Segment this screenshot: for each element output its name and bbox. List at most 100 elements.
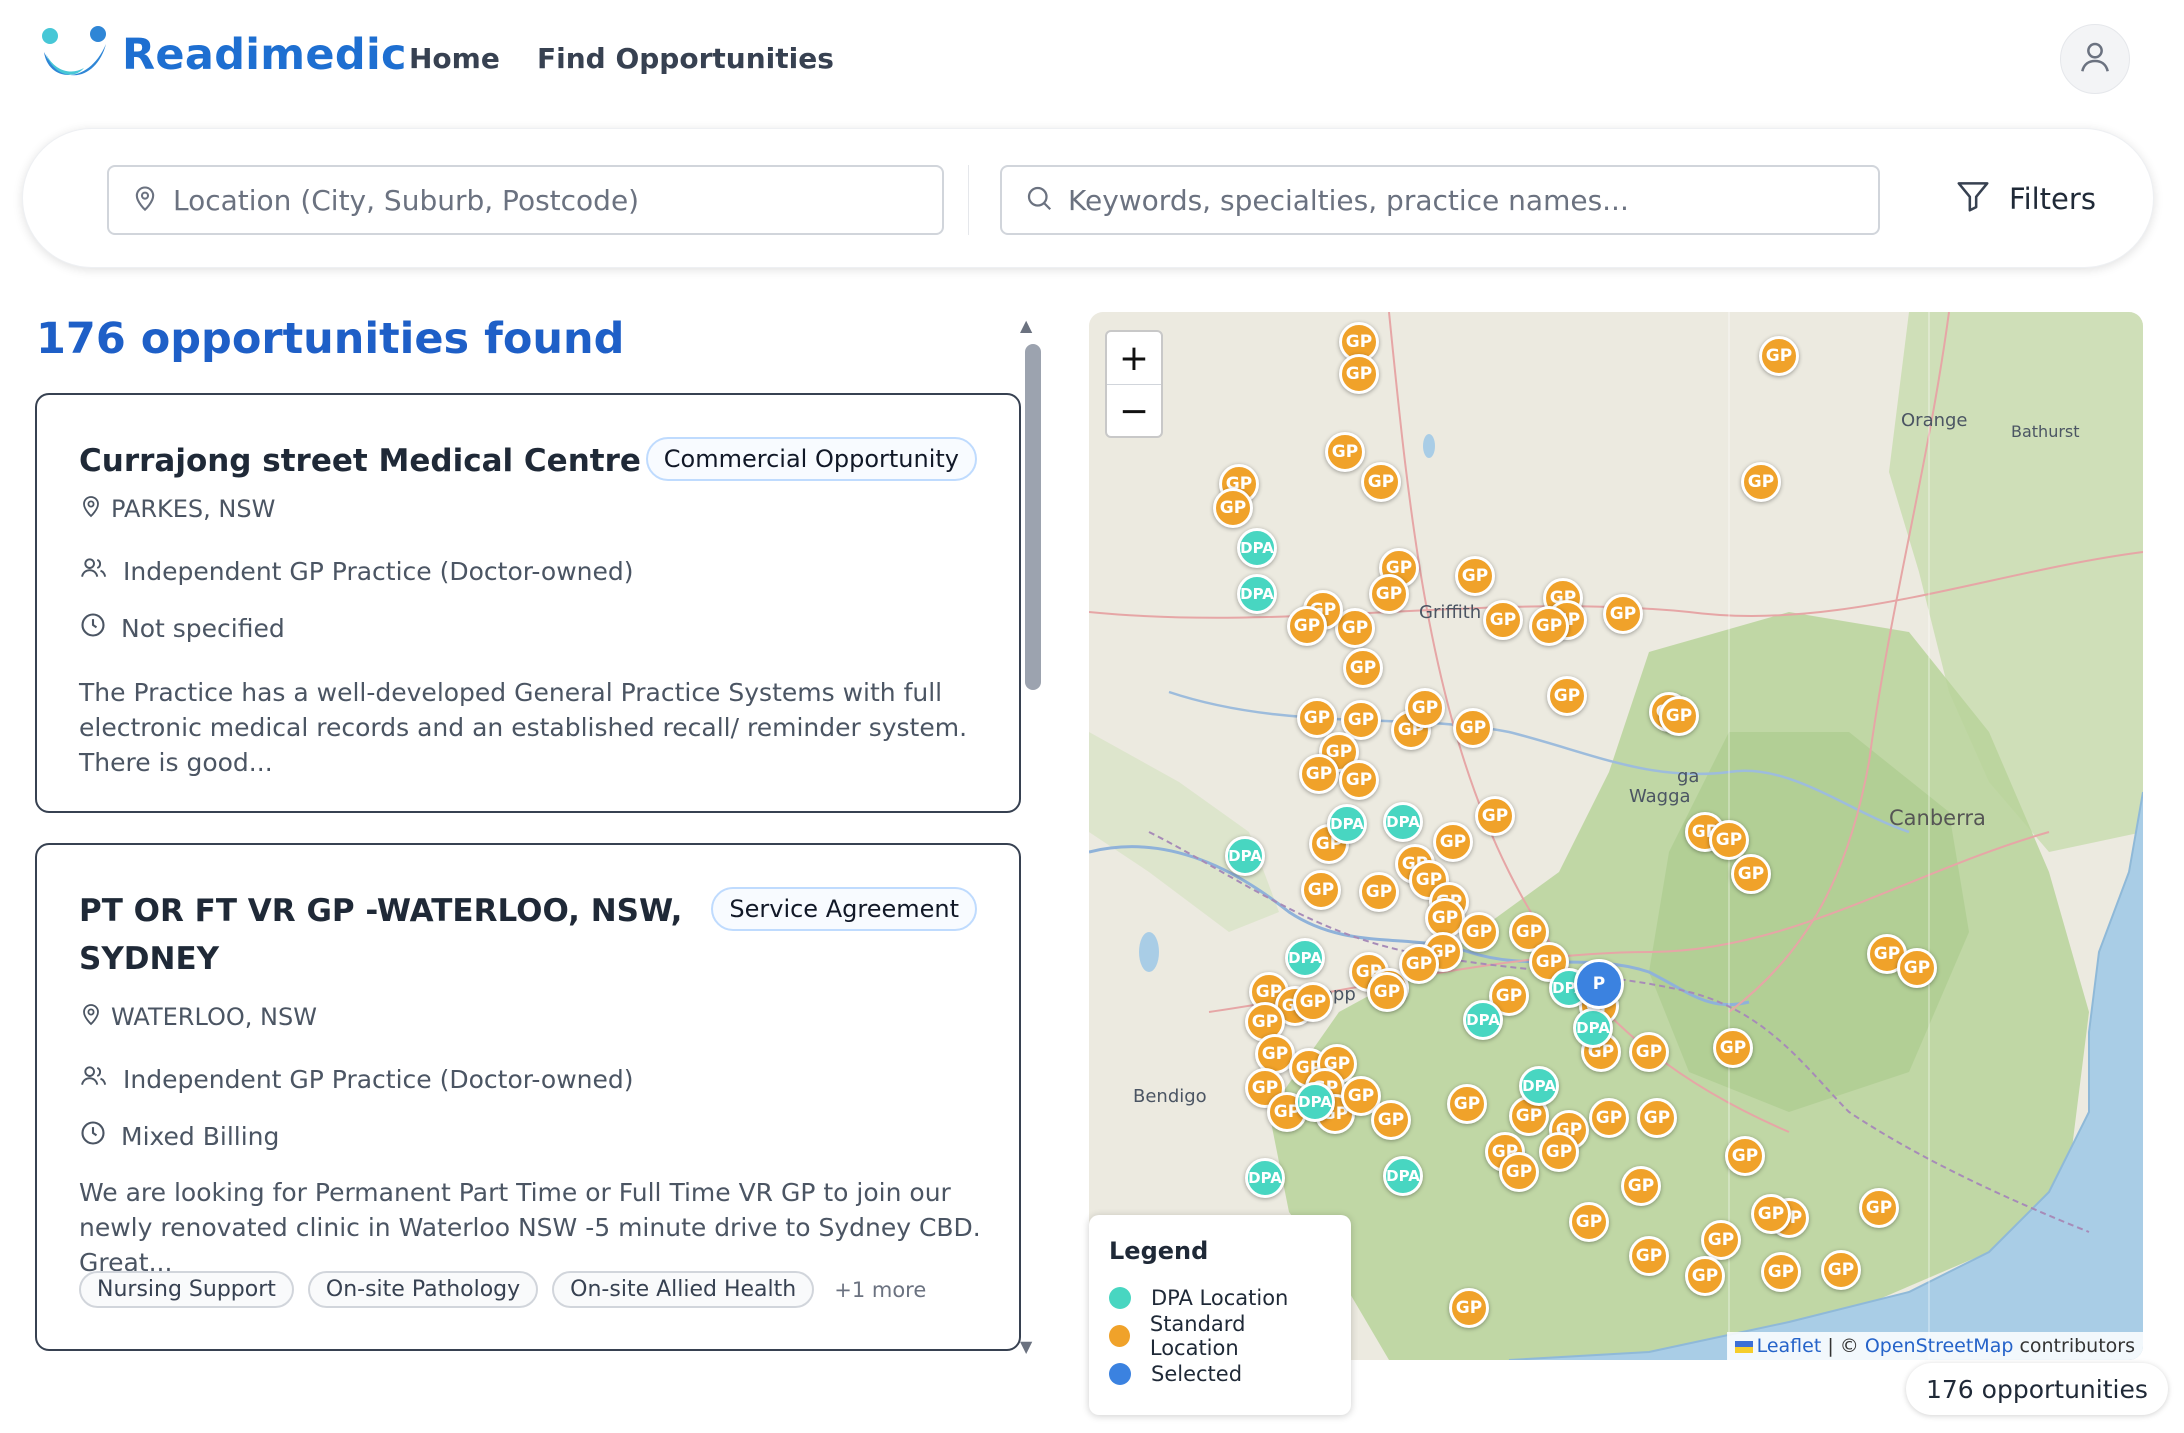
dpa-marker[interactable]: DPA: [1383, 802, 1423, 842]
gp-marker[interactable]: GP: [1547, 676, 1587, 716]
gp-marker[interactable]: GP: [1759, 336, 1799, 376]
users-icon: [79, 555, 109, 587]
card-title[interactable]: Currajong street Medical Centre: [79, 437, 641, 485]
gp-marker[interactable]: GP: [1637, 1098, 1677, 1138]
nav-find-opportunities-link[interactable]: Find Opportunities: [537, 42, 834, 75]
gp-marker[interactable]: GP: [1475, 796, 1515, 836]
brand-name[interactable]: Readimedic: [122, 30, 407, 80]
gp-marker[interactable]: GP: [1297, 698, 1337, 738]
gp-marker[interactable]: GP: [1455, 556, 1495, 596]
openstreetmap-link[interactable]: OpenStreetMap: [1865, 1335, 2014, 1357]
dpa-marker[interactable]: DPA: [1519, 1066, 1559, 1106]
gp-marker[interactable]: GP: [1499, 1152, 1539, 1192]
dpa-marker[interactable]: DPA: [1225, 836, 1265, 876]
gp-marker[interactable]: GP: [1367, 972, 1407, 1012]
account-button[interactable]: [2060, 24, 2130, 94]
results-scrollbar[interactable]: ▲ ▼: [1020, 316, 1046, 1356]
opportunity-card[interactable]: Currajong street Medical Centre Commerci…: [35, 393, 1021, 813]
card-title[interactable]: PT OR FT VR GP -WATERLOO, NSW, SYDNEY: [79, 887, 682, 983]
gp-marker[interactable]: GP: [1339, 354, 1379, 394]
gp-marker[interactable]: GP: [1685, 1256, 1725, 1296]
dpa-marker[interactable]: DPA: [1237, 528, 1277, 568]
user-icon: [2076, 38, 2114, 80]
dpa-marker[interactable]: DPA: [1463, 1000, 1503, 1040]
scrollbar-thumb[interactable]: [1025, 344, 1041, 690]
gp-marker[interactable]: GP: [1343, 648, 1383, 688]
gp-marker[interactable]: GP: [1287, 606, 1327, 646]
gp-marker[interactable]: GP: [1731, 854, 1771, 894]
keywords-input[interactable]: [1068, 183, 1878, 217]
filters-button[interactable]: Filters: [1953, 169, 2096, 229]
leaflet-link[interactable]: Leaflet: [1757, 1335, 1822, 1357]
scroll-up-arrow-icon[interactable]: ▲: [1020, 316, 1032, 335]
gp-marker[interactable]: GP: [1629, 1236, 1669, 1276]
gp-marker[interactable]: GP: [1751, 1194, 1791, 1234]
dpa-marker[interactable]: DPA: [1295, 1082, 1335, 1122]
gp-marker[interactable]: GP: [1299, 754, 1339, 794]
keywords-field[interactable]: [1000, 165, 1880, 235]
gp-marker[interactable]: GP: [1725, 1136, 1765, 1176]
dpa-marker[interactable]: DPA: [1237, 574, 1277, 614]
gp-marker[interactable]: GP: [1741, 462, 1781, 502]
gp-marker[interactable]: GP: [1447, 1084, 1487, 1124]
gp-marker[interactable]: GP: [1529, 606, 1569, 646]
nav-home-link[interactable]: Home: [409, 42, 500, 75]
gp-marker[interactable]: GP: [1589, 1098, 1629, 1138]
gp-marker[interactable]: GP: [1701, 1220, 1741, 1260]
place-label-bathurst: Bathurst: [2011, 422, 2080, 441]
card-tags: Nursing Support On-site Pathology On-sit…: [79, 1271, 926, 1308]
gp-marker[interactable]: GP: [1293, 982, 1333, 1022]
gp-marker[interactable]: GP: [1371, 1100, 1411, 1140]
gp-marker[interactable]: GP: [1453, 708, 1493, 748]
gp-marker[interactable]: GP: [1569, 1202, 1609, 1242]
gp-marker[interactable]: GP: [1859, 1188, 1899, 1228]
gp-marker[interactable]: GP: [1399, 944, 1439, 984]
place-label-orange: Orange: [1901, 410, 1968, 431]
gp-marker[interactable]: GP: [1539, 1132, 1579, 1172]
gp-marker[interactable]: GP: [1459, 912, 1499, 952]
more-tags-label[interactable]: +1 more: [834, 1278, 926, 1302]
readimedic-logo-icon[interactable]: [40, 24, 112, 90]
gp-marker[interactable]: GP: [1713, 1028, 1753, 1068]
dpa-marker[interactable]: DPA: [1285, 938, 1325, 978]
card-practice-type: Independent GP Practice (Doctor-owned): [79, 555, 634, 587]
gp-marker[interactable]: GP: [1629, 1032, 1669, 1072]
gp-marker[interactable]: GP: [1301, 870, 1341, 910]
opportunity-type-badge: Commercial Opportunity: [645, 437, 977, 481]
card-title-line-2: SYDNEY: [79, 941, 220, 977]
gp-marker[interactable]: GP: [1483, 600, 1523, 640]
scroll-down-arrow-icon[interactable]: ▼: [1020, 1337, 1032, 1356]
dpa-dot-icon: [1109, 1287, 1131, 1309]
gp-marker[interactable]: GP: [1449, 1288, 1489, 1328]
gp-marker[interactable]: GP: [1369, 574, 1409, 614]
gp-marker[interactable]: GP: [1213, 488, 1253, 528]
dpa-marker[interactable]: DPA: [1245, 1158, 1285, 1198]
gp-marker[interactable]: GP: [1603, 594, 1643, 634]
location-input[interactable]: [173, 183, 942, 217]
gp-marker[interactable]: GP: [1709, 820, 1749, 860]
location-field[interactable]: [107, 165, 944, 235]
gp-marker[interactable]: GP: [1621, 1166, 1661, 1206]
gp-marker[interactable]: GP: [1325, 432, 1365, 472]
gp-marker[interactable]: GP: [1433, 822, 1473, 862]
dpa-marker[interactable]: DPA: [1383, 1156, 1423, 1196]
zoom-control[interactable]: + −: [1105, 330, 1163, 438]
selected-marker[interactable]: P: [1574, 959, 1624, 1009]
map-pin-icon: [79, 1001, 103, 1033]
clock-icon: [79, 1119, 107, 1153]
opportunity-card[interactable]: PT OR FT VR GP -WATERLOO, NSW, SYDNEY Se…: [35, 843, 1021, 1351]
zoom-out-button[interactable]: −: [1107, 385, 1161, 438]
gp-marker[interactable]: GP: [1761, 1252, 1801, 1292]
gp-marker[interactable]: GP: [1897, 948, 1937, 988]
location-text: PARKES, NSW: [111, 495, 276, 523]
gp-marker[interactable]: GP: [1359, 872, 1399, 912]
gp-marker[interactable]: GP: [1361, 462, 1401, 502]
zoom-in-button[interactable]: +: [1107, 332, 1161, 385]
dpa-marker[interactable]: DPA: [1573, 1008, 1613, 1048]
gp-marker[interactable]: GP: [1659, 696, 1699, 736]
dpa-marker[interactable]: DPA: [1327, 804, 1367, 844]
gp-marker[interactable]: GP: [1405, 688, 1445, 728]
gp-marker[interactable]: GP: [1821, 1250, 1861, 1290]
gp-marker[interactable]: GP: [1339, 760, 1379, 800]
opportunity-map[interactable]: + − Orange Bathurst Griffith ga Wagga Ca…: [1089, 312, 2143, 1360]
